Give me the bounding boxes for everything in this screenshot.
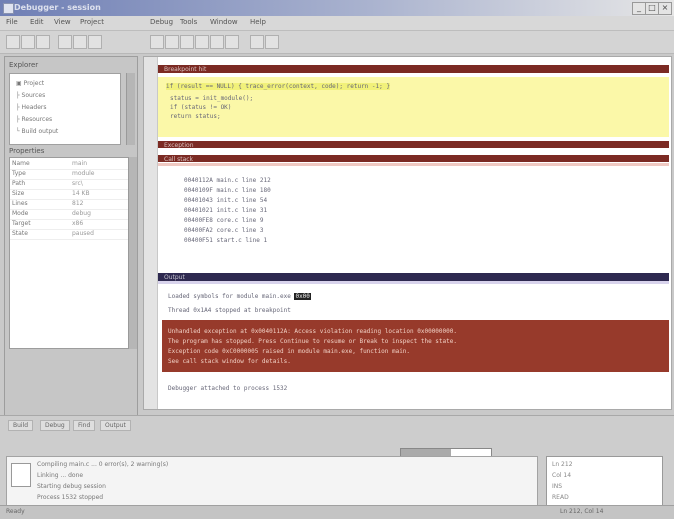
current-line[interactable]: if (result == NULL) { trace_error(contex… <box>166 83 390 90</box>
watch-icon[interactable] <box>265 35 279 49</box>
info-line: READ <box>552 494 569 501</box>
build-line: Process 1532 stopped <box>37 494 104 501</box>
toolbar <box>0 31 674 54</box>
property-row[interactable]: State paused <box>10 230 128 240</box>
stack-frame[interactable]: 00401043 init.c line 54 <box>184 197 267 204</box>
document-icon <box>11 463 31 487</box>
property-row[interactable]: Mode debug <box>10 210 128 220</box>
build-line: Starting debug session <box>37 483 106 490</box>
cursor-position: Ln 212, Col 14 <box>560 508 604 515</box>
properties-header: Properties <box>9 147 45 155</box>
output-line[interactable]: Thread 0x1A4 stopped at breakpoint <box>168 307 291 314</box>
minimize-button[interactable]: _ <box>632 2 646 15</box>
tree-node[interactable]: └ Build output <box>16 128 58 135</box>
property-row[interactable]: Path src\ <box>10 180 128 190</box>
pause-icon[interactable] <box>165 35 179 49</box>
highlight-region: if (result == NULL) { trace_error(contex… <box>158 77 669 137</box>
exception-message-box: Unhandled exception at 0x0040112A: Acces… <box>162 320 669 372</box>
tree-node[interactable]: ├ Resources <box>16 116 52 123</box>
code-line[interactable]: return status; <box>170 113 221 120</box>
window-title: Debugger - session <box>14 3 101 12</box>
app-icon[interactable] <box>3 3 14 14</box>
stack-frame[interactable]: 00400FE8 core.c line 9 <box>184 217 263 224</box>
menu-tools[interactable]: Tools <box>180 18 197 26</box>
editor-pane[interactable]: Breakpoint hit if (result == NULL) { tra… <box>143 56 672 410</box>
bottom-panel: Build Debug Find Output Compiling main.c… <box>0 415 674 519</box>
menu-help[interactable]: Help <box>250 18 266 26</box>
exception-line: See call stack window for details. <box>168 358 291 365</box>
maximize-button[interactable]: □ <box>645 2 659 15</box>
info-panel: Ln 212 Col 14 INS READ <box>546 456 663 508</box>
code-line[interactable]: status = init_module(); <box>170 95 253 102</box>
exception-band: Exception <box>158 141 669 149</box>
stack-frame[interactable]: 00400F51 start.c line 1 <box>184 237 267 244</box>
menu-view[interactable]: View <box>54 18 71 26</box>
property-row[interactable]: Target x86 <box>10 220 128 230</box>
step-out-icon[interactable] <box>225 35 239 49</box>
properties-scrollbar[interactable] <box>128 157 137 349</box>
output-line[interactable]: Debugger attached to process 1532 <box>168 385 287 392</box>
breakpoint-icon[interactable] <box>250 35 264 49</box>
menu-window[interactable]: Window <box>210 18 238 26</box>
explorer-header: Explorer <box>9 61 39 69</box>
output-band: Output <box>158 273 669 281</box>
stack-frame[interactable]: 00401021 init.c line 31 <box>184 207 267 214</box>
code-line[interactable]: if (status != OK) <box>170 104 231 111</box>
output-underline <box>158 281 669 284</box>
project-tree[interactable]: ▣ Project ├ Sources ├ Headers ├ Resource… <box>9 73 121 145</box>
debugger-window: Debugger - session _ □ × File Edit View … <box>0 0 674 519</box>
tab-find[interactable]: Find <box>73 420 96 431</box>
info-line: Ln 212 <box>552 461 573 468</box>
tab-debug[interactable]: Debug <box>40 420 70 431</box>
properties-grid: Name main Type module Path src\ Size 14 KB L… <box>9 157 129 349</box>
property-row[interactable]: Lines 812 <box>10 200 128 210</box>
menu-project[interactable]: Project <box>80 18 104 26</box>
menu-bar: File Edit View Project Debug Tools Windo… <box>0 16 674 31</box>
tree-node[interactable]: ├ Sources <box>16 92 45 99</box>
copy-icon[interactable] <box>73 35 87 49</box>
stack-frame[interactable]: 0040109F main.c line 180 <box>184 187 271 194</box>
output-line[interactable]: Loaded symbols for module main.exe 0x00 <box>168 293 311 300</box>
stop-icon[interactable] <box>180 35 194 49</box>
status-bar: Ready Ln 212, Col 14 <box>0 505 674 519</box>
save-icon[interactable] <box>36 35 50 49</box>
callstack-band: Call stack <box>158 155 669 163</box>
tree-node[interactable]: ▣ Project <box>16 80 44 87</box>
callstack-underline <box>158 163 669 166</box>
property-row[interactable]: Size 14 KB <box>10 190 128 200</box>
title-bar: Debugger - session _ □ × <box>0 0 674 16</box>
step-over-icon[interactable] <box>195 35 209 49</box>
tab-build[interactable]: Build <box>8 420 34 431</box>
new-icon[interactable] <box>6 35 20 49</box>
cut-icon[interactable] <box>58 35 72 49</box>
build-line: Compiling main.c ... 0 error(s), 2 warni… <box>37 461 169 468</box>
tab-output[interactable]: Output <box>100 420 131 431</box>
exception-line: The program has stopped. Press Continue … <box>168 338 457 345</box>
open-icon[interactable] <box>21 35 35 49</box>
explorer-sidebar: Explorer ▣ Project ├ Sources ├ Headers ├… <box>4 56 138 418</box>
build-line: Linking ... done <box>37 472 84 479</box>
tree-node[interactable]: ├ Headers <box>16 104 47 111</box>
close-button[interactable]: × <box>658 2 672 15</box>
tree-scrollbar[interactable] <box>126 73 135 145</box>
info-line: Col 14 <box>552 472 572 479</box>
menu-edit[interactable]: Edit <box>30 18 44 26</box>
paste-icon[interactable] <box>88 35 102 49</box>
breakpoint-band: Breakpoint hit <box>158 65 669 73</box>
menu-debug[interactable]: Debug <box>150 18 173 26</box>
status-text: Ready <box>6 508 25 515</box>
run-icon[interactable] <box>150 35 164 49</box>
menu-file[interactable]: File <box>6 18 18 26</box>
stack-frame[interactable]: 0040112A main.c line 212 <box>184 177 271 184</box>
editor-gutter[interactable] <box>144 57 158 409</box>
step-into-icon[interactable] <box>210 35 224 49</box>
exception-line: Exception code 0xC0000005 raised in modu… <box>168 348 411 355</box>
exception-line: Unhandled exception at 0x0040112A: Acces… <box>168 328 457 335</box>
output-panel[interactable]: Compiling main.c ... 0 error(s), 2 warni… <box>6 456 538 508</box>
property-row[interactable]: Type module <box>10 170 128 180</box>
property-row[interactable]: Name main <box>10 160 128 170</box>
stack-frame[interactable]: 00400FA2 core.c line 3 <box>184 227 263 234</box>
info-line: INS <box>552 483 563 490</box>
